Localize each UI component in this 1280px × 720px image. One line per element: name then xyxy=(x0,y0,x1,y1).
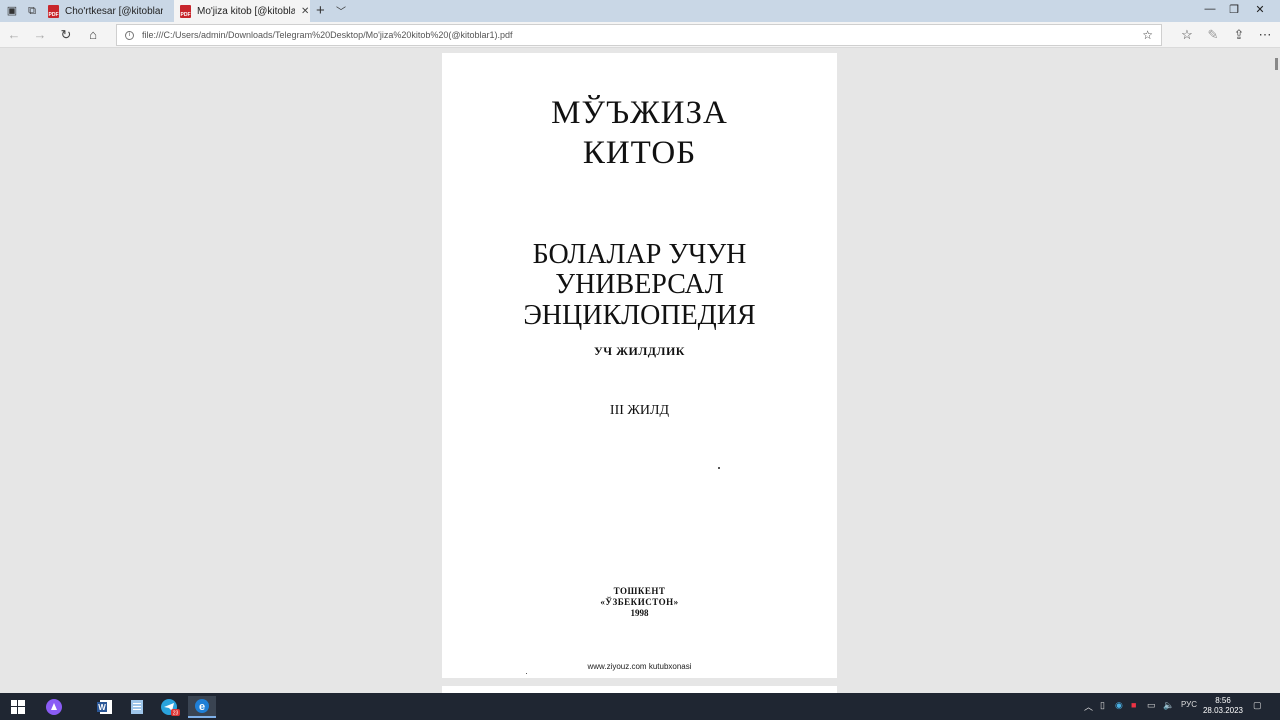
book-subtitle-line-3: ЭНЦИКЛОПЕДИЯ xyxy=(523,300,756,331)
close-tab-icon[interactable]: ✕ xyxy=(301,6,309,17)
volumes-note: УЧ ЖИЛДЛИК xyxy=(594,344,685,358)
home-button[interactable]: ⌂ xyxy=(84,26,102,44)
pdf-icon: PDF xyxy=(48,4,59,18)
close-window-button[interactable]: ✕ xyxy=(1250,3,1270,16)
pen-icon[interactable]: ✎ xyxy=(1204,26,1222,44)
chevron-down-icon[interactable]: ﹀ xyxy=(336,3,346,18)
tab-bar: ▣ ⧉ PDF Cho'rtkesar [@kitoblar1].pd PDF … xyxy=(0,0,1280,22)
publication-year: 1998 xyxy=(630,608,649,618)
telegram-icon[interactable]: 23 xyxy=(156,696,184,718)
favorites-icon[interactable]: ☆ xyxy=(1178,26,1196,44)
back-button[interactable]: ← xyxy=(5,26,23,44)
svg-text:W: W xyxy=(98,703,106,712)
word-icon[interactable]: W xyxy=(91,696,119,718)
navigation-bar: ← → ↻ ⌂ i file:///C:/Users/admin/Downloa… xyxy=(0,22,1280,48)
windows-start-icon[interactable] xyxy=(4,696,32,718)
book-subtitle-line-2: УНИВЕРСАЛ xyxy=(555,269,724,300)
volume-number: III ЖИЛД xyxy=(609,403,670,418)
minimize-button[interactable]: — xyxy=(1200,3,1220,15)
clock-time: 8:56 xyxy=(1215,696,1231,705)
pdf-page-next xyxy=(442,686,837,693)
forward-button[interactable]: → xyxy=(31,26,49,44)
edge-icon[interactable]: e xyxy=(188,696,216,718)
pdf-viewer[interactable]: МЎЪЖИЗА КИТОБ БОЛАЛАР УЧУН УНИВЕРСАЛ ЭНЦ… xyxy=(0,48,1280,693)
language-indicator[interactable]: РУС xyxy=(1181,700,1197,709)
battery-icon[interactable]: ▯ xyxy=(1100,700,1105,711)
publisher: «ЎЗБЕКИСТОН» xyxy=(600,597,679,607)
antivirus-icon[interactable]: ■ xyxy=(1131,700,1136,710)
notifications-icon[interactable]: ▢ xyxy=(1253,700,1262,711)
set-aside-tabs-icon[interactable]: ⧉ xyxy=(24,3,40,19)
tab-chortkesar[interactable]: PDF Cho'rtkesar [@kitoblar1].pd xyxy=(42,0,174,22)
tab-actions-icon[interactable]: ▣ xyxy=(4,3,20,19)
page-footer: www.ziyouz.com kutubxonasi xyxy=(587,662,692,671)
tab-label: Mo'jiza kitob [@kitoblar xyxy=(197,5,295,17)
tab-label: Cho'rtkesar [@kitoblar1].pd xyxy=(65,5,163,17)
speck xyxy=(526,673,527,674)
assistant-icon[interactable] xyxy=(40,696,68,718)
address-bar[interactable]: i file:///C:/Users/admin/Downloads/Teleg… xyxy=(116,24,1162,46)
pdf-icon: PDF xyxy=(180,4,191,18)
restore-button[interactable]: ❐ xyxy=(1224,3,1244,16)
svg-text:e: e xyxy=(199,701,205,713)
volume-icon[interactable]: 🔈 xyxy=(1163,700,1174,711)
address-url: file:///C:/Users/admin/Downloads/Telegra… xyxy=(142,30,513,40)
tab-mojiza-kitob[interactable]: PDF Mo'jiza kitob [@kitoblar ✕ xyxy=(174,0,310,22)
book-title-line-1: МЎЪЖИЗА xyxy=(551,95,728,131)
network-icon[interactable]: ▭ xyxy=(1147,700,1156,711)
info-icon[interactable]: i xyxy=(125,30,134,40)
speck xyxy=(718,467,720,469)
scrollbar[interactable] xyxy=(1275,58,1278,70)
share-icon[interactable]: ⇪ xyxy=(1230,26,1248,44)
notepad-icon[interactable] xyxy=(123,696,151,718)
publication-city: ТОШКЕНТ xyxy=(613,586,666,596)
clock-date: 28.03.2023 xyxy=(1202,706,1244,715)
chevron-up-icon[interactable]: ︿ xyxy=(1084,700,1093,713)
book-subtitle-line-1: БОЛАЛАР УЧУН xyxy=(532,239,747,270)
pdf-page: МЎЪЖИЗА КИТОБ БОЛАЛАР УЧУН УНИВЕРСАЛ ЭНЦ… xyxy=(442,53,837,678)
taskbar: W 23 e ︿ ▯ ◉ ■ ▭ 🔈 РУС 8:56 28.03.2023 ▢ xyxy=(0,693,1280,720)
book-title-line-2: КИТОБ xyxy=(582,135,697,171)
new-tab-button[interactable]: + xyxy=(316,2,325,19)
telegram-badge: 23 xyxy=(173,711,179,717)
more-icon[interactable]: ⋯ xyxy=(1256,26,1274,44)
app-tray-icon[interactable]: ◉ xyxy=(1115,700,1123,711)
refresh-button[interactable]: ↻ xyxy=(57,26,75,44)
favorite-star-icon[interactable]: ☆ xyxy=(1142,28,1153,42)
clock[interactable]: 8:56 28.03.2023 xyxy=(1200,696,1246,716)
